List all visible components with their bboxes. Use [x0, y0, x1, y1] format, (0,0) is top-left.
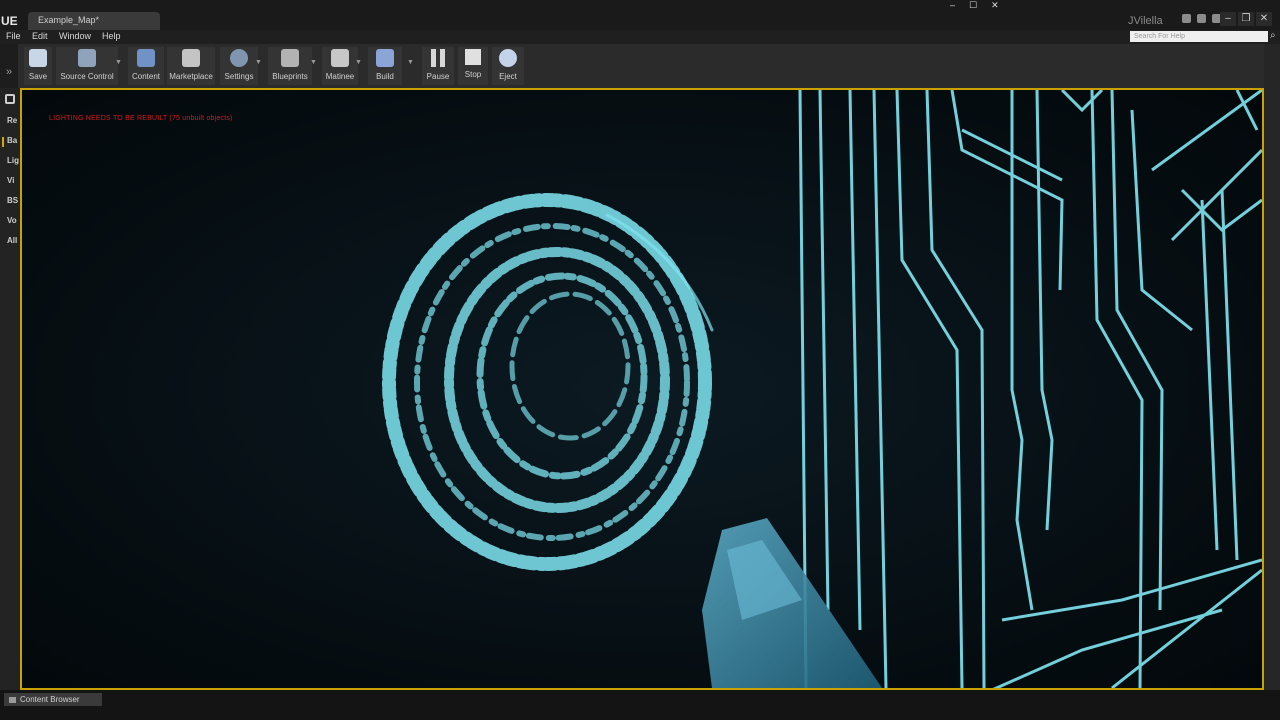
os-close-icon[interactable]: ✕: [991, 0, 999, 11]
mode-visual[interactable]: Vi: [7, 176, 14, 185]
os-minimize-icon[interactable]: –: [950, 0, 955, 11]
unreal-logo-icon: UE: [1, 14, 18, 28]
marketplace-icon: [182, 49, 200, 67]
content-browser-icon: [9, 696, 16, 703]
save-icon: [29, 49, 47, 67]
menu-file[interactable]: File: [6, 31, 21, 41]
marketplace-label: Marketplace: [169, 72, 213, 81]
eject-label: Eject: [499, 72, 517, 81]
pause-icon: [431, 49, 445, 67]
maximize-button[interactable]: ❐: [1238, 12, 1254, 26]
menu-window[interactable]: Window: [59, 31, 91, 41]
user-name: JVilella: [1128, 15, 1163, 27]
search-icon[interactable]: ⌕: [1270, 30, 1280, 43]
settings-label: Settings: [224, 72, 254, 81]
mode-volumes[interactable]: Vo: [7, 216, 17, 225]
active-mode-indicator: [2, 137, 4, 147]
settings-button[interactable]: Settings: [220, 47, 258, 85]
blueprints-button[interactable]: Blueprints: [268, 47, 312, 85]
source-control-dropdown-icon[interactable]: ▼: [115, 59, 122, 66]
mode-recent[interactable]: Re: [7, 116, 17, 125]
save-label: Save: [28, 72, 48, 81]
settings-dropdown-icon[interactable]: ▼: [255, 59, 262, 66]
menu-edit[interactable]: Edit: [32, 31, 48, 41]
content-icon: [137, 49, 155, 67]
eject-icon: [499, 49, 517, 67]
matinee-button[interactable]: Matinee: [322, 47, 358, 85]
pause-button[interactable]: Pause: [422, 47, 454, 85]
mode-all-classes[interactable]: All: [7, 236, 17, 245]
content-button[interactable]: Content: [128, 47, 164, 85]
title-bar-icons: [1182, 14, 1221, 23]
stop-button[interactable]: Stop: [458, 47, 488, 85]
modes-panel: Re Ba Lig Vi BS Vo All: [0, 88, 20, 690]
person-icon[interactable]: [1197, 14, 1206, 23]
mode-lights[interactable]: Lig: [7, 156, 19, 165]
main-toolbar: » Save Source Control ▼ Content Marketpl…: [0, 44, 1280, 88]
expand-panel-icon[interactable]: »: [0, 44, 18, 88]
matinee-dropdown-icon[interactable]: ▼: [355, 59, 362, 66]
eject-button[interactable]: Eject: [492, 47, 524, 85]
details-panel-strip: [1264, 44, 1280, 690]
blueprints-icon: [281, 49, 299, 67]
bottom-bar: Content Browser: [0, 690, 1280, 720]
stop-label: Stop: [464, 70, 482, 79]
source-control-icon: [78, 49, 96, 67]
menu-bar: File Edit Window Help: [0, 30, 1280, 44]
source-control-button[interactable]: Source Control: [56, 47, 118, 85]
content-label: Content: [131, 72, 161, 81]
content-browser-label: Content Browser: [20, 695, 80, 704]
document-tab[interactable]: Example_Map*: [28, 12, 160, 30]
blueprints-label: Blueprints: [272, 72, 308, 81]
stop-icon: [465, 49, 481, 65]
build-icon: [376, 49, 394, 67]
matinee-label: Matinee: [325, 72, 355, 81]
mode-basic[interactable]: Ba: [7, 136, 17, 145]
marketplace-button[interactable]: Marketplace: [167, 47, 215, 85]
os-window-controls: – ☐ ✕: [950, 0, 999, 11]
build-button[interactable]: Build: [368, 47, 402, 85]
level-viewport[interactable]: LIGHTING NEEDS TO BE REBUILT (75 unbuilt…: [20, 88, 1264, 690]
pause-label: Pause: [426, 72, 450, 81]
build-dropdown-icon[interactable]: ▼: [407, 59, 414, 66]
blueprints-dropdown-icon[interactable]: ▼: [310, 59, 317, 66]
chat-icon[interactable]: [1182, 14, 1191, 23]
settings-icon: [230, 49, 248, 67]
save-button[interactable]: Save: [24, 47, 52, 85]
os-maximize-icon[interactable]: ☐: [969, 0, 977, 11]
build-label: Build: [376, 72, 394, 81]
mode-bsp[interactable]: BS: [7, 196, 18, 205]
viewport-scene: [22, 90, 1262, 688]
lighting-warning: LIGHTING NEEDS TO BE REBUILT (75 unbuilt…: [49, 115, 233, 122]
title-bar: UE Example_Map* – ☐ ✕ JVilella – ❐ ✕: [0, 0, 1280, 30]
window-controls: – ❐ ✕: [1218, 12, 1272, 26]
matinee-icon: [331, 49, 349, 67]
close-button[interactable]: ✕: [1256, 12, 1272, 26]
modes-search-icon[interactable]: [5, 94, 15, 104]
source-control-label: Source Control: [60, 72, 114, 81]
menu-help[interactable]: Help: [102, 31, 121, 41]
content-browser-tab[interactable]: Content Browser: [4, 693, 102, 706]
minimize-button[interactable]: –: [1220, 12, 1236, 26]
help-search-input[interactable]: Search For Help: [1130, 31, 1268, 42]
